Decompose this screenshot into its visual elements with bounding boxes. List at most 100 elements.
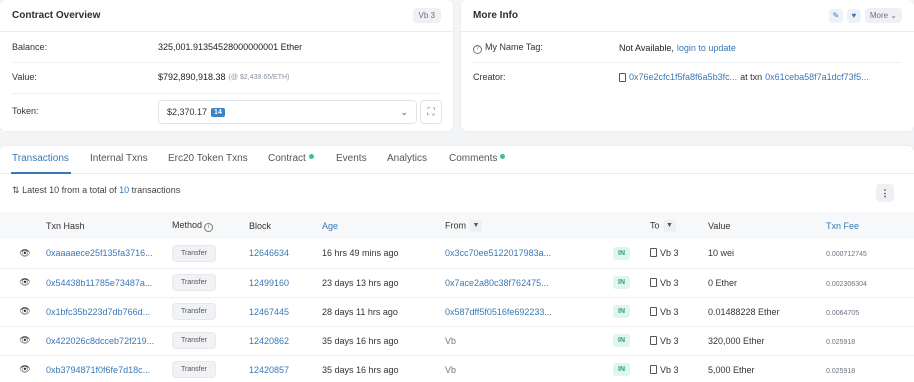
cell-block: 12499160	[249, 268, 322, 297]
txn-hash-link[interactable]: 0x1bfc35b223d7db766d...	[46, 307, 150, 317]
token-count-badge: 14	[211, 107, 225, 117]
active-tab-indicator	[11, 172, 71, 174]
expand-icon[interactable]: ⛶	[420, 100, 442, 124]
cell-direction: IN	[613, 326, 650, 355]
value-row: Value: $792,890,918.38 (@ $2,439.65/ETH)	[12, 72, 441, 82]
more-info-card: More Info ✎ ♥ More ⌄ ? My Name Tag: Not A…	[461, 0, 914, 131]
txn-hash-link[interactable]: 0x54438b11785e73487a...	[46, 278, 152, 288]
block-link[interactable]: 12499160	[249, 278, 289, 288]
tab-erc20-token-txns[interactable]: Erc20 Token Txns	[168, 153, 248, 164]
filter-icon[interactable]: ▼	[663, 219, 676, 232]
document-icon	[650, 335, 657, 345]
filter-icon[interactable]: ▼	[470, 219, 482, 232]
cell-block: 12646634	[249, 239, 322, 268]
cell-age: 35 days 16 hrs ago	[322, 326, 445, 355]
from-address[interactable]: 0x3cc70ee5122017983a...	[445, 248, 551, 258]
header-txn-fee[interactable]: Txn Fee	[826, 212, 914, 239]
creator-address-link[interactable]: 0x76e2cfc1f5fa8f6a5b3fc...	[629, 72, 737, 82]
token-dropdown[interactable]: $2,370.17 14 ⌄	[158, 100, 417, 124]
header-age[interactable]: Age	[322, 212, 445, 239]
tab-comments[interactable]: Comments	[449, 153, 506, 164]
cell-to: Vb 3	[650, 297, 708, 326]
block-link[interactable]: 12420857	[249, 365, 289, 375]
cell-preview: 👁	[0, 268, 46, 297]
creator-txn-link[interactable]: 0x61ceba58f7a1dcf73f5...	[765, 72, 869, 82]
txn-hash-link[interactable]: 0xaaaaece25f135fa3716...	[46, 248, 153, 258]
cell-to: Vb 3	[650, 355, 708, 382]
more-dropdown-button[interactable]: More ⌄	[864, 8, 902, 23]
to-name: Vb 3	[660, 306, 679, 317]
txn-hash-link[interactable]: 0x422026c8dcceb72f219...	[46, 336, 154, 346]
overview-header: Contract Overview Vb 3	[0, 0, 453, 32]
pin-icon[interactable]: ✎	[828, 8, 843, 23]
cell-value: 0 Ether	[708, 268, 826, 297]
from-address[interactable]: 0x7ace2a80c38f762475...	[445, 278, 549, 288]
cell-value: 5,000 Ether	[708, 355, 826, 382]
cell-hash: 0x422026c8dcceb72f219...	[46, 326, 172, 355]
creator-at-text: at txn	[740, 72, 763, 82]
tab-analytics[interactable]: Analytics	[387, 153, 427, 164]
value-text: 0 Ether	[708, 277, 738, 288]
header-from-label: From	[445, 219, 466, 230]
moreinfo-actions: ✎ ♥ More ⌄	[825, 8, 902, 23]
cell-to: Vb 3	[650, 326, 708, 355]
cell-from: 0x3cc70ee5122017983a...	[445, 239, 613, 268]
eye-icon[interactable]: 👁	[18, 364, 32, 375]
cell-method: Transfer	[172, 297, 249, 326]
token-label: Token:	[12, 106, 39, 116]
from-address[interactable]: 0x587dff5f0516fe692233...	[445, 307, 552, 317]
table-header-row: Txn Hash Method i Block Age From ▼ To ▼ Val…	[0, 212, 914, 239]
heart-icon[interactable]: ♥	[846, 8, 861, 23]
eye-icon[interactable]: 👁	[18, 277, 32, 288]
table-row: 👁 0x54438b11785e73487a... Transfer 12499…	[0, 268, 914, 297]
cell-value: 320,000 Ether	[708, 326, 826, 355]
eye-icon[interactable]: 👁	[18, 248, 32, 259]
nametag-label-wrap: ? My Name Tag:	[473, 42, 619, 54]
document-icon	[650, 277, 657, 287]
tab-comments-label: Comments	[449, 153, 498, 164]
login-link[interactable]: login to update	[677, 43, 736, 53]
balance-label: Balance:	[12, 42, 48, 52]
block-link[interactable]: 12467445	[249, 307, 289, 317]
header-txn-hash: Txn Hash	[46, 220, 85, 231]
tab-bar: Transactions Internal Txns Erc20 Token T…	[0, 146, 914, 174]
cell-hash: 0x1bfc35b223d7db766d...	[46, 297, 172, 326]
more-label: More	[869, 11, 889, 20]
summary-count[interactable]: 10	[119, 185, 129, 195]
block-link[interactable]: 12420862	[249, 336, 289, 346]
cell-hash: 0xaaaaece25f135fa3716...	[46, 239, 172, 268]
to-name: Vb 3	[660, 364, 679, 375]
header-from: From ▼	[445, 212, 613, 239]
tab-transactions[interactable]: Transactions	[12, 153, 69, 164]
info-icon[interactable]: i	[204, 222, 214, 232]
cell-hash: 0xb3794871f0f6fe7d18c...	[46, 355, 172, 382]
cell-fee: 0.025918	[826, 326, 914, 355]
status-dot-icon	[500, 154, 506, 159]
tab-contract[interactable]: Contract	[268, 153, 314, 164]
fee-text: 0.000712745	[826, 251, 867, 259]
age-text: 28 days 11 hrs ago	[322, 306, 398, 317]
summary-suffix: transactions	[131, 185, 181, 195]
tab-internal-txns[interactable]: Internal Txns	[90, 153, 148, 164]
cell-value: 10 wei	[708, 239, 826, 268]
direction-badge: IN	[613, 363, 630, 376]
overview-title: Contract Overview	[12, 10, 101, 21]
tab-events[interactable]: Events	[336, 153, 367, 164]
header-block: Block	[249, 220, 272, 231]
value-text: 320,000 Ether	[708, 335, 765, 346]
from-address: Vb	[445, 364, 457, 375]
direction-badge: IN	[613, 305, 630, 318]
cell-preview: 👁	[0, 355, 46, 382]
txn-hash-link[interactable]: 0xb3794871f0f6fe7d18c...	[46, 365, 150, 375]
contract-overview-card: Contract Overview Vb 3 Balance: 325,001.…	[0, 0, 453, 131]
cell-method: Transfer	[172, 268, 249, 297]
block-link[interactable]: 12646634	[249, 248, 289, 258]
eye-icon[interactable]: 👁	[18, 306, 32, 317]
question-icon: ?	[473, 45, 482, 54]
age-text: 23 days 13 hrs ago	[322, 277, 399, 288]
verified-check-icon	[308, 154, 314, 159]
eye-icon[interactable]: 👁	[18, 335, 32, 346]
nametag-value: Not Available,	[619, 43, 674, 53]
cell-direction: IN	[613, 239, 650, 268]
more-options-icon[interactable]: ⋮	[876, 184, 894, 202]
